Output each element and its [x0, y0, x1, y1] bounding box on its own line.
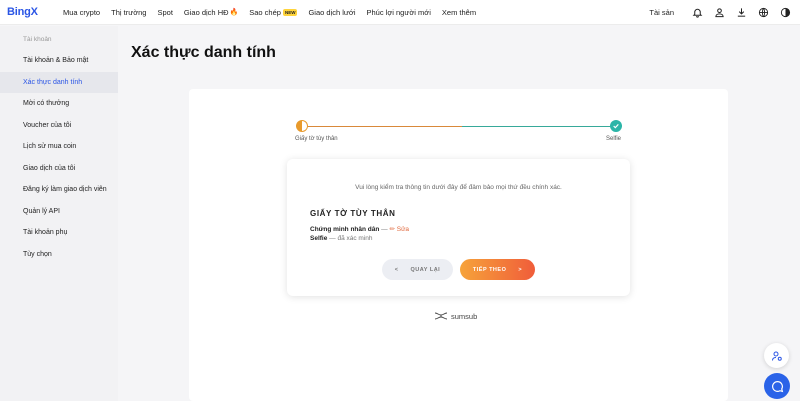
page-title: Xác thực danh tính — [131, 44, 276, 61]
chat-icon — [771, 380, 783, 392]
sumsub-logo: sumsub — [434, 311, 477, 321]
review-section-heading: GIẤY TỜ TÙY THÂN — [310, 209, 396, 218]
sidebar-item-vouchers[interactable]: Voucher của tôi — [0, 115, 118, 137]
document-summary: Chứng minh nhân dân — ✏ Sửa — [310, 225, 409, 233]
sidebar-item-my-trades[interactable]: Giao dịch của tôi — [0, 158, 118, 180]
sumsub-icon — [434, 312, 448, 320]
sidebar-item-api-management[interactable]: Quản lý API — [0, 201, 118, 223]
new-badge: NEW — [282, 8, 298, 16]
globe-icon[interactable] — [752, 0, 774, 25]
step-selfie-check-icon — [610, 120, 622, 132]
step-document-indicator — [296, 120, 308, 132]
selfie-label: Selfie — [310, 235, 328, 242]
next-button[interactable]: TIẾP THEO > — [460, 259, 535, 280]
step-document-label: Giấy tờ tùy thân — [295, 136, 338, 142]
download-icon[interactable] — [730, 0, 752, 25]
nav-item-more[interactable]: Xem thêm — [442, 8, 476, 17]
sidebar-heading: Tài khoản — [23, 36, 52, 43]
bingx-logo[interactable]: BingX — [7, 6, 57, 18]
sidebar-item-preferences[interactable]: Tùy chọn — [0, 244, 118, 266]
selfie-status: — đã xác minh — [329, 235, 373, 242]
pencil-icon: ✏ — [389, 226, 395, 233]
nav-item-spot[interactable]: Spot — [157, 8, 172, 17]
sidebar-item-referral[interactable]: Mời có thưởng — [0, 93, 118, 115]
sidebar-item-become-trader[interactable]: Đăng ký làm giao dịch viên — [0, 179, 118, 201]
nav-item-buy-crypto[interactable]: Mua crypto — [63, 8, 100, 17]
nav-item-copy-trading[interactable]: Sao chép NEW — [249, 8, 298, 17]
verification-stepper: Giấy tờ tùy thân Selfie — [295, 120, 623, 148]
top-navigation: BingX Mua crypto Thị trường Spot Giao dị… — [0, 0, 800, 25]
chevron-right-icon: > — [518, 266, 523, 273]
bell-icon[interactable] — [686, 0, 708, 25]
sidebar-item-identity-verification[interactable]: Xác thực danh tính — [0, 71, 118, 93]
fire-icon: 🔥 — [229, 9, 239, 16]
assets-link[interactable]: Tài sản — [649, 8, 674, 17]
selfie-summary: Selfie — đã xác minh — [310, 235, 373, 242]
top-right-actions: Tài sản — [649, 0, 800, 25]
account-sidebar: Tài khoản Tài khoản & Bảo mật Xác thực d… — [0, 26, 118, 401]
step-selfie-label: Selfie — [606, 136, 622, 142]
review-instruction: Vui lòng kiểm tra thông tin dưới đây để … — [355, 184, 562, 191]
review-panel: Vui lòng kiểm tra thông tin dưới đây để … — [287, 159, 630, 296]
nav-item-markets[interactable]: Thị trường — [111, 8, 146, 17]
nav-item-grid-trading[interactable]: Giao dịch lưới — [308, 8, 355, 17]
separator-dash: — — [381, 226, 388, 233]
edit-document-link[interactable]: ✏ Sửa — [389, 226, 409, 233]
stepper-progress-line — [302, 126, 462, 128]
main-nav: Mua crypto Thị trường Spot Giao dịch HĐ 🔥… — [63, 8, 487, 17]
back-button[interactable]: < QUAY LẠI — [382, 259, 453, 280]
user-settings-icon — [771, 351, 782, 361]
sidebar-item-sub-accounts[interactable]: Tài khoản phụ — [0, 222, 118, 244]
nav-item-newcomer-rewards[interactable]: Phúc lợi người mới — [367, 8, 431, 17]
sidebar-item-purchase-history[interactable]: Lịch sử mua coin — [0, 136, 118, 158]
document-type-label: Chứng minh nhân dân — [310, 226, 380, 233]
theme-toggle-icon[interactable] — [774, 0, 796, 25]
sidebar-item-account-security[interactable]: Tài khoản & Bảo mật — [0, 50, 118, 72]
user-support-float-button[interactable] — [764, 343, 789, 368]
chevron-left-icon: < — [394, 266, 399, 273]
user-icon[interactable] — [708, 0, 730, 25]
stepper-remaining-line — [462, 126, 612, 128]
chat-support-button[interactable] — [764, 373, 790, 399]
nav-item-futures[interactable]: Giao dịch HĐ 🔥 — [184, 8, 238, 17]
